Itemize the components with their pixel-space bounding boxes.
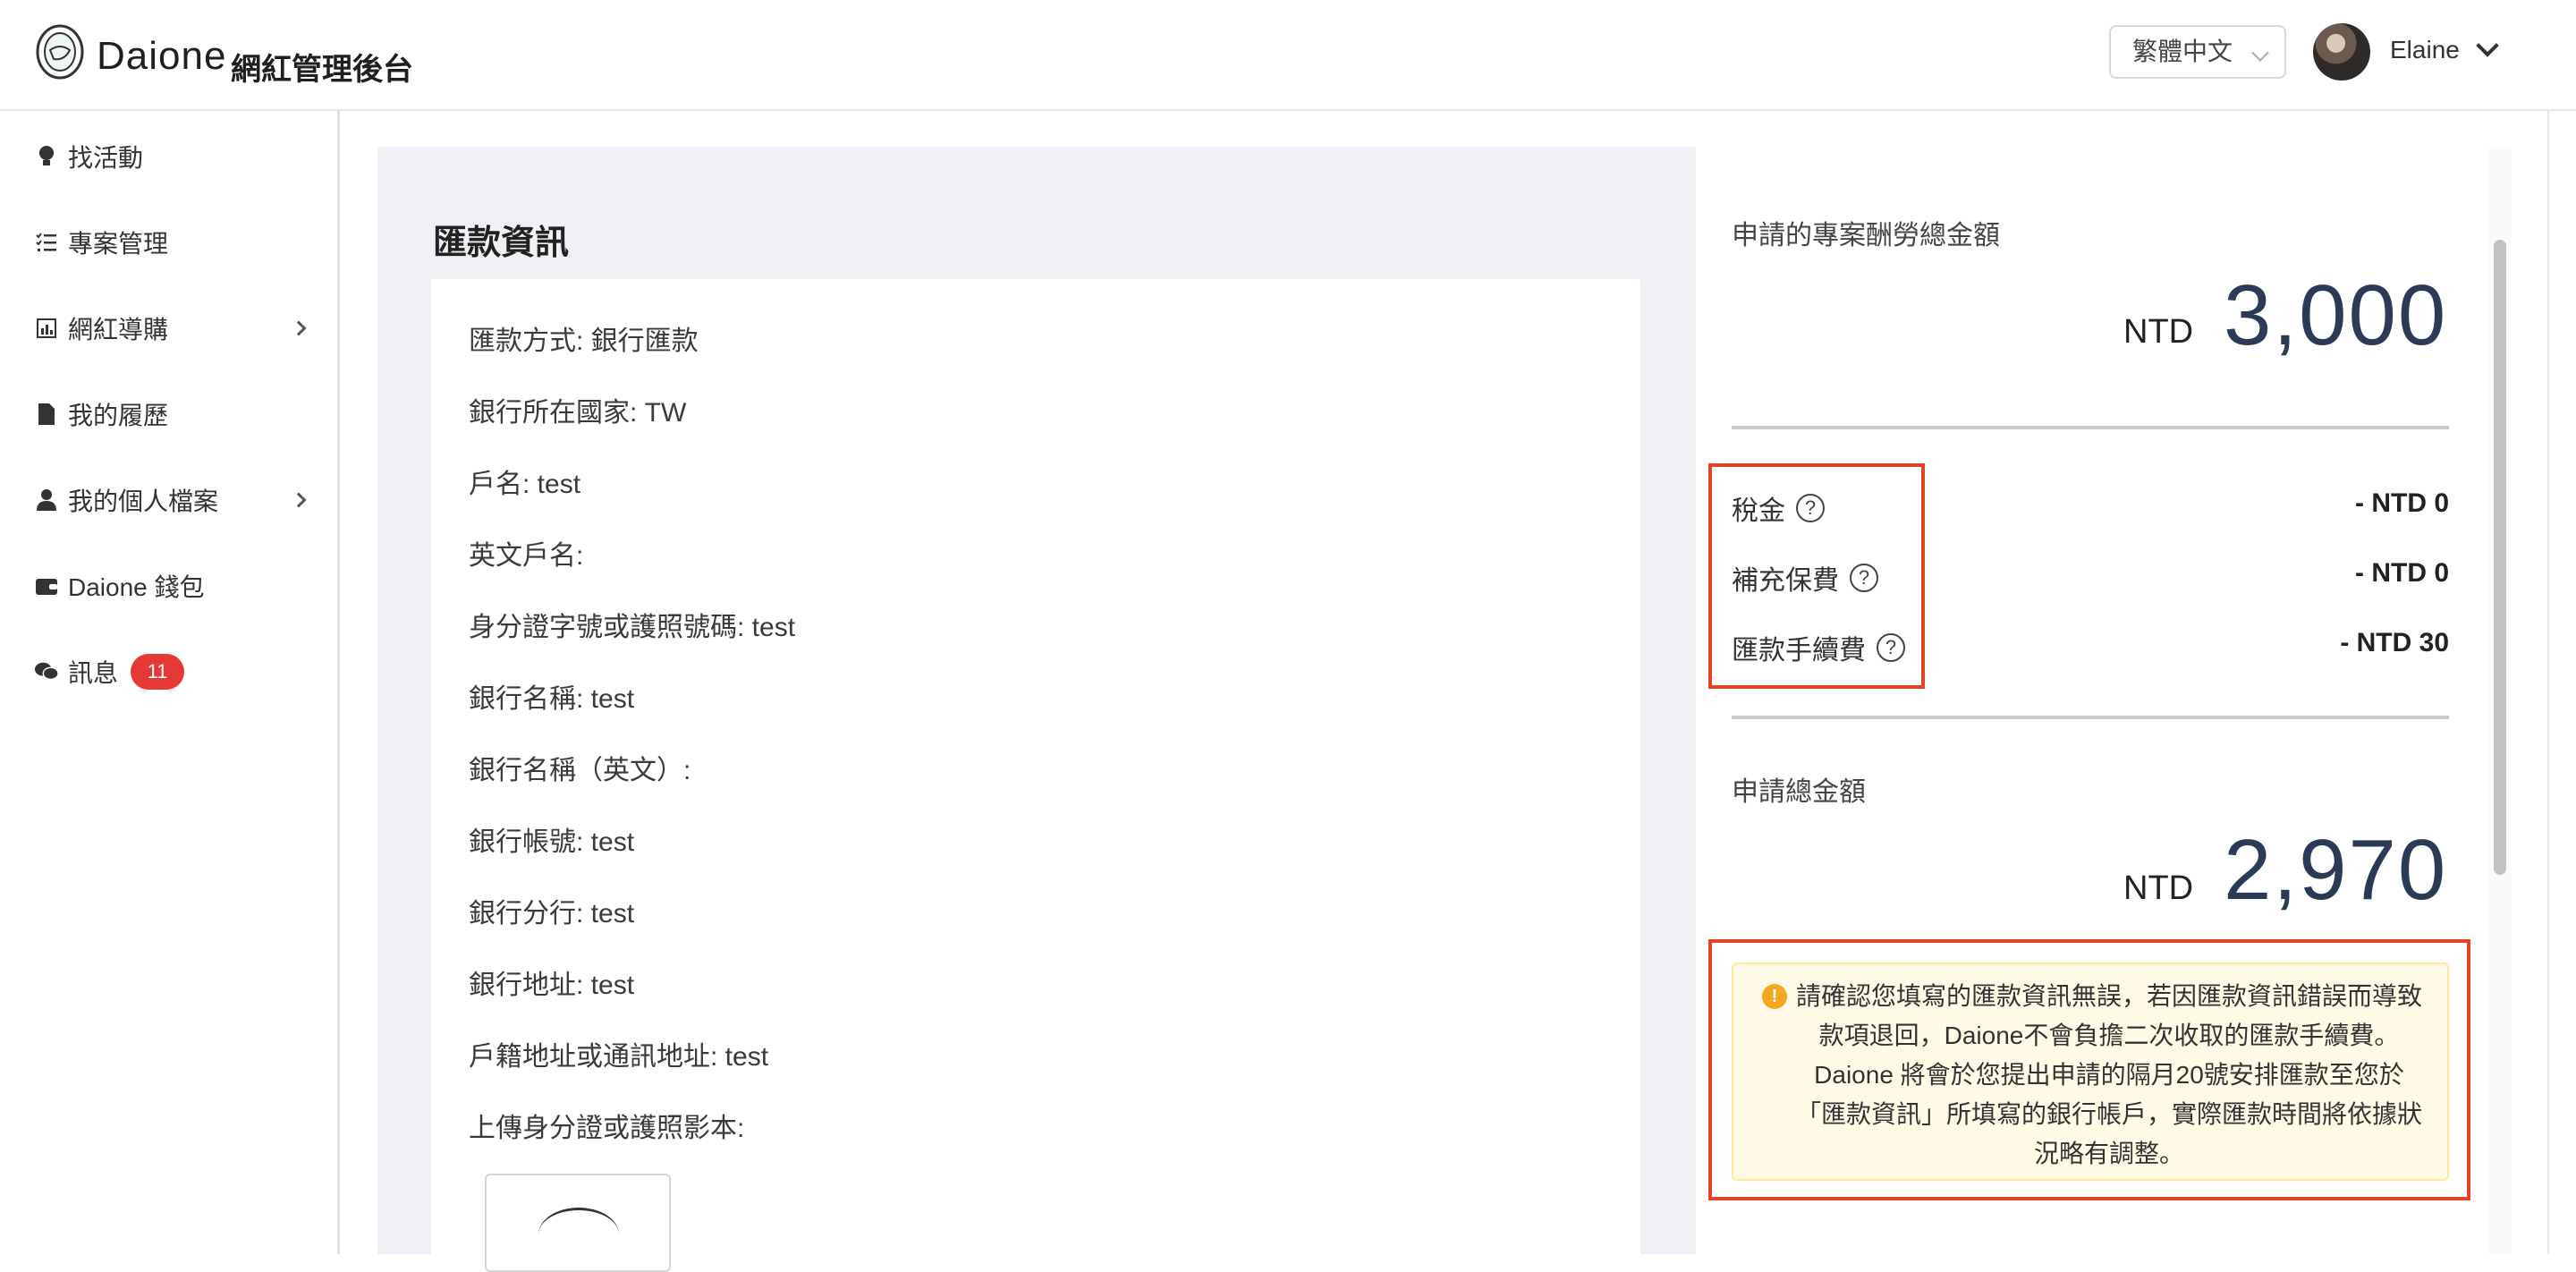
sidebar-item-project-management[interactable]: 專案管理 [34,220,311,265]
apply-currency: NTD [2123,869,2194,907]
sidebar-item-label: 訊息 [68,659,119,687]
chevron-down-icon[interactable] [2476,34,2499,57]
avatar[interactable] [2313,23,2370,81]
sidebar-item-messages[interactable]: 訊息 11 [34,649,311,694]
sidebar-item-resume[interactable]: 我的履歷 [34,392,311,437]
window-edge [2547,111,2576,1254]
total-currency: NTD [2123,313,2194,351]
info-row-bank-name-en: 銀行名稱（英文）: [469,756,691,785]
total-label: 申請的專案酬勞總金額 [1732,221,2000,250]
fee-value-tax: - NTD 0 [2355,488,2449,518]
info-row-branch: 銀行分行: test [469,899,635,929]
document-preview-image [538,1208,619,1261]
info-row-upload: 上傳身分證或護照影本: [469,1114,745,1143]
divider [1732,426,2449,429]
notice-highlight-box [1708,939,2470,1200]
daione-logo-icon[interactable] [34,23,86,81]
chevron-down-icon [2251,44,2269,62]
sidebar-item-label: 專案管理 [68,230,169,258]
info-row-bank-name: 銀行名稱: test [469,684,635,714]
info-row-country: 銀行所在國家: TW [469,398,687,428]
brand-name: Daione [97,34,227,78]
lightbulb-icon [34,144,59,169]
sidebar-item-label: 我的履歷 [68,402,169,429]
sidebar: 找活動 專案管理 網紅導購 我的履歷 我的個人檔案 Daione 錢包 訊息 1… [0,111,340,1254]
apply-total-label: 申請總金額 [1732,777,1866,807]
info-row-account-name: 戶名: test [469,470,581,499]
apply-total-amount: 2,970 [2224,822,2448,918]
fee-value-remittance-fee: - NTD 30 [2340,628,2449,657]
chart-icon [34,316,59,341]
language-select[interactable]: 繁體中文 [2109,25,2286,79]
id-document-thumbnail[interactable] [485,1174,671,1272]
document-icon [34,402,59,427]
wallet-icon [34,573,59,598]
info-row-bank-address: 銀行地址: test [469,971,635,1000]
sidebar-item-find-events[interactable]: 找活動 [34,134,311,179]
chevron-right-icon [291,320,307,336]
info-row-method: 匯款方式: 銀行匯款 [469,326,699,356]
sidebar-item-influencer-sales[interactable]: 網紅導購 [34,306,311,351]
total-amount: 3,000 [2224,267,2448,363]
divider [1732,716,2449,719]
page-title: 匯款資訊 [433,225,570,262]
info-row-id-number: 身分證字號或護照號碼: test [469,613,796,642]
fee-highlight-box [1708,463,1925,689]
chat-icon [34,659,59,684]
user-icon [34,488,59,513]
sidebar-item-label: 我的個人檔案 [68,488,219,515]
sidebar-item-label: 網紅導購 [68,316,169,343]
list-check-icon [34,230,59,255]
info-row-account-number: 銀行帳號: test [469,827,635,857]
fee-value-supplementary-premium: - NTD 0 [2355,558,2449,588]
user-name[interactable]: Elaine [2390,36,2460,64]
sidebar-item-label: 找活動 [68,144,144,172]
info-row-english-name: 英文戶名: [469,541,584,571]
sidebar-item-label: Daione 錢包 [68,573,205,601]
sidebar-item-profile[interactable]: 我的個人檔案 [34,478,311,522]
language-value: 繁體中文 [2132,38,2233,65]
info-row-address: 戶籍地址或通訊地址: test [469,1042,769,1072]
scrollbar-thumb[interactable] [2494,240,2506,875]
unread-badge: 11 [131,654,185,690]
top-bar: Daione 網紅管理後台 繁體中文 Elaine [0,0,2576,111]
brand-subtitle: 網紅管理後台 [231,53,413,87]
chevron-right-icon [291,492,307,508]
sidebar-item-wallet[interactable]: Daione 錢包 [34,564,311,608]
